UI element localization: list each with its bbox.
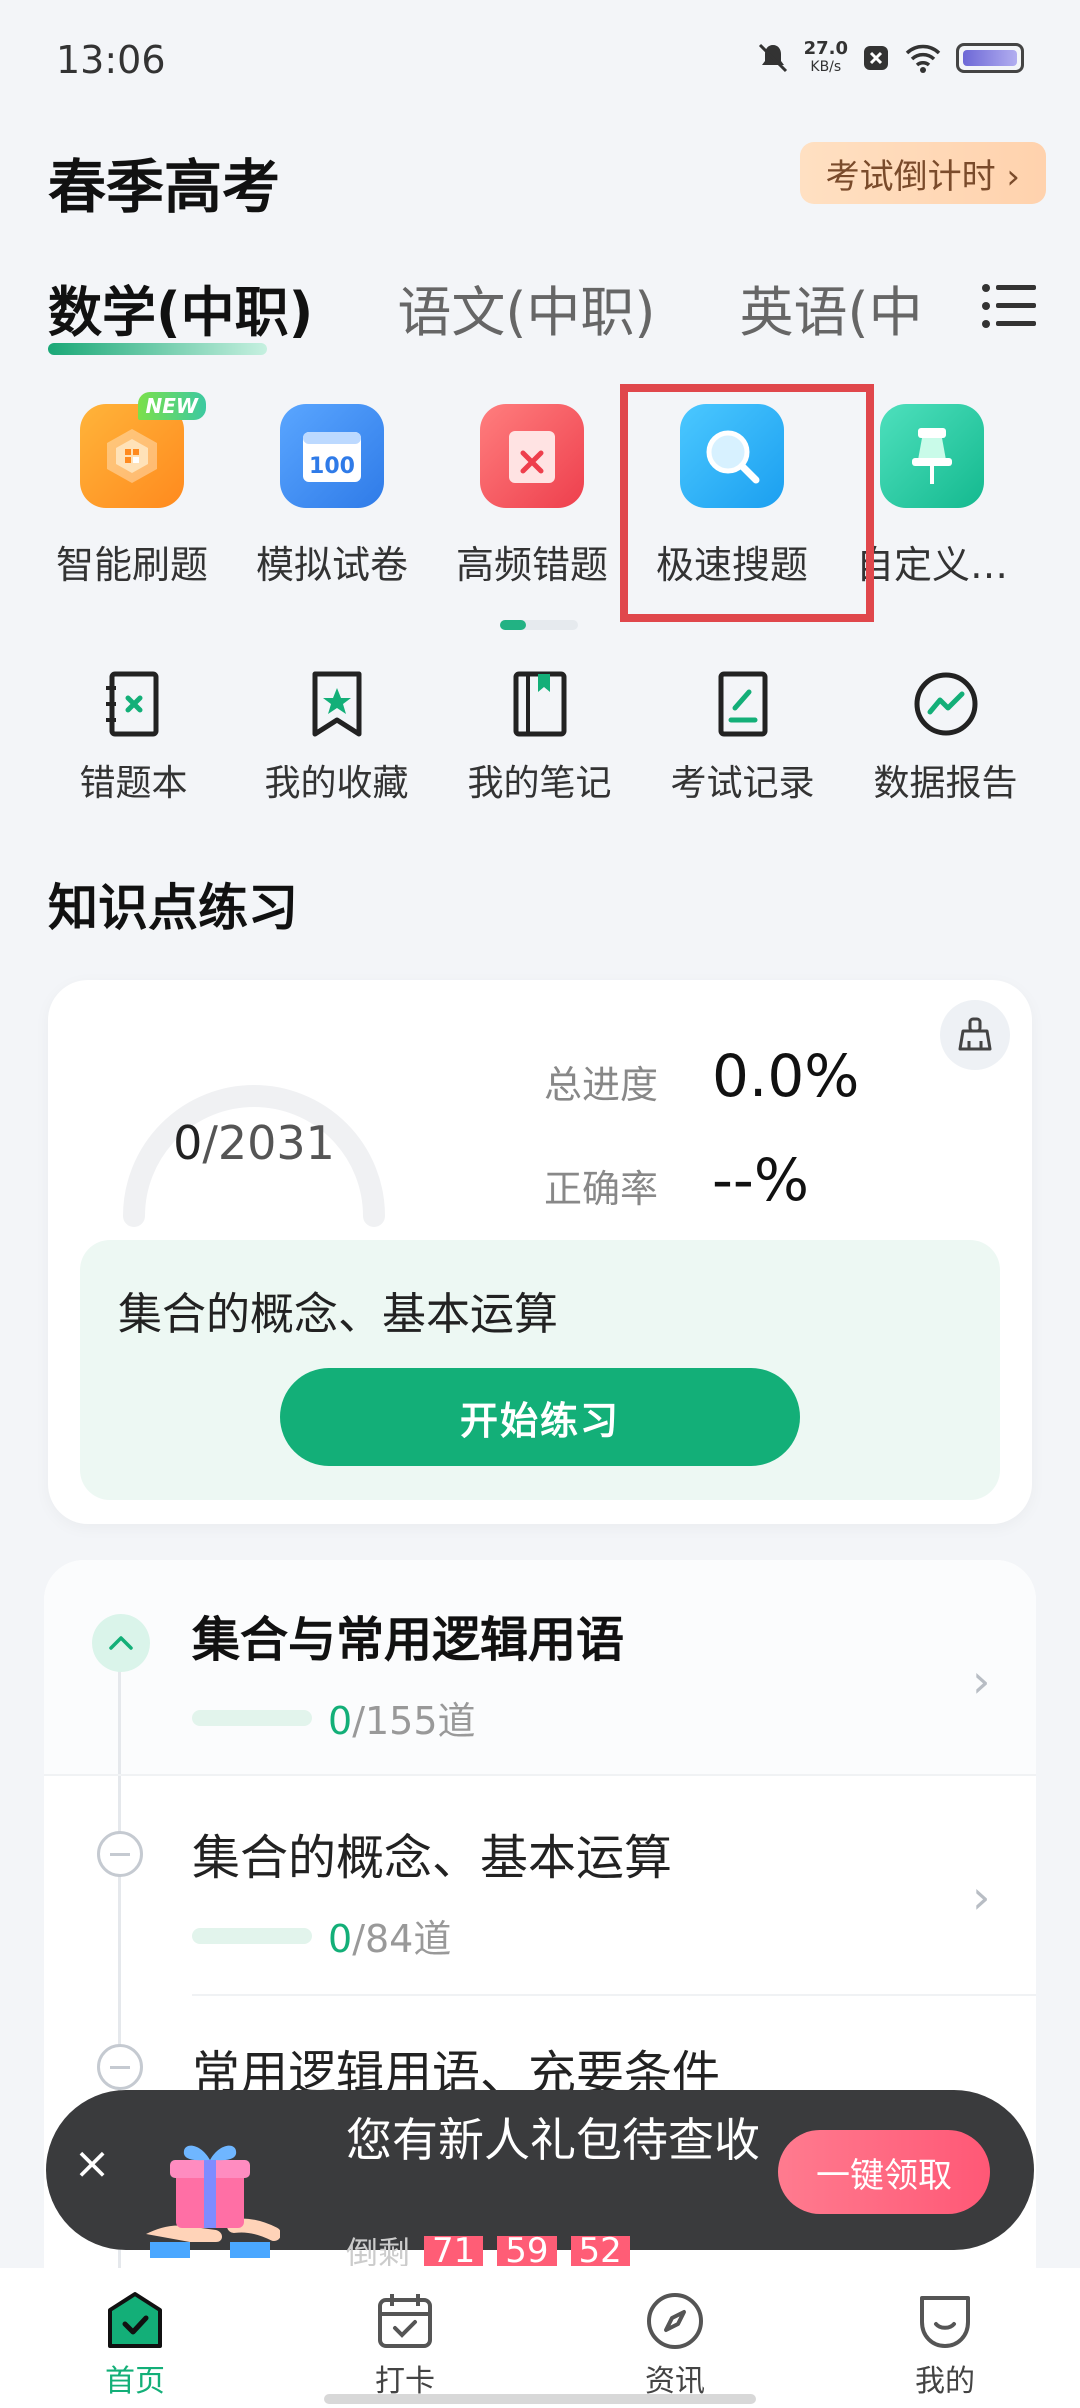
chapter-progress: 0/84道 xyxy=(328,1917,452,1961)
current-topic: 集合的概念、基本运算 xyxy=(118,1289,558,1340)
highlight-box-quick-search xyxy=(620,384,874,622)
custom-pin-icon xyxy=(880,404,984,508)
collapse-icon[interactable] xyxy=(92,1614,150,1672)
compass-icon xyxy=(647,2293,703,2349)
subject-menu-icon[interactable] xyxy=(980,282,1040,330)
feature-label: 高频错题 xyxy=(455,543,608,587)
countdown-minutes: 59 xyxy=(497,2236,557,2266)
countdown-label: 倒剩 xyxy=(346,2236,411,2266)
chevron-right-icon[interactable]: › xyxy=(972,1870,990,1924)
home-icon xyxy=(108,2292,162,2348)
tool-label: 我的笔记 xyxy=(467,763,612,804)
tool-label: 考试记录 xyxy=(670,763,815,804)
feature-smart-practice[interactable]: NEW 智能刷题 xyxy=(32,392,232,604)
smart-practice-icon: NEW xyxy=(80,392,206,508)
exam-record-icon xyxy=(718,671,767,737)
status-icons: 27.0 KB/s xyxy=(756,40,1024,76)
mock-exam-icon: 100 xyxy=(280,404,384,508)
chapter-progress: 0/155道 xyxy=(328,1699,476,1743)
divider xyxy=(192,1994,1036,1996)
feature-label: 自定义… xyxy=(855,543,1008,587)
mock-exam-score: 100 xyxy=(309,454,355,479)
nav-profile[interactable]: 我的 xyxy=(810,2268,1080,2408)
minus-circle-icon[interactable] xyxy=(97,1831,143,1877)
countdown-seconds: 52 xyxy=(570,2236,630,2266)
chapter-progress-bar xyxy=(192,1927,312,1944)
subject-tabs: 数学(中职) 语文(中职) 英语(中职) xyxy=(48,268,920,355)
clean-button[interactable] xyxy=(940,1000,1010,1070)
tool-bookmark[interactable]: 我的收藏 xyxy=(235,668,438,806)
close-icon[interactable]: × xyxy=(72,2142,112,2186)
battery-icon xyxy=(956,43,1024,73)
home-indicator xyxy=(324,2394,756,2404)
data-report-icon xyxy=(914,672,977,736)
new-badge: NEW xyxy=(137,392,206,420)
tool-error-book[interactable]: 错题本 xyxy=(32,668,235,806)
countdown-hours: 71 xyxy=(424,2236,484,2266)
nav-home[interactable]: 首页 xyxy=(0,2268,270,2408)
feature-frequent-errors[interactable]: 高频错题 xyxy=(432,404,632,604)
gift-box-icon xyxy=(146,2145,280,2258)
claim-gift-button[interactable]: 一键领取 xyxy=(778,2130,990,2214)
tool-label: 错题本 xyxy=(79,763,188,804)
nav-label: 首页 xyxy=(105,2364,165,2399)
chapter-title: 集合与常用逻辑用语 xyxy=(192,1612,625,1668)
frequent-errors-icon xyxy=(480,404,584,508)
tool-label: 数据报告 xyxy=(873,763,1018,804)
gift-countdown: 倒剩 71 59 52 xyxy=(346,2236,630,2266)
net-speed: 27.0 KB/s xyxy=(803,38,848,76)
chapter-title: 集合的概念、基本运算 xyxy=(192,1830,673,1886)
progress-value: 0.0% xyxy=(712,1042,860,1110)
tab-english[interactable]: 英语(中职) xyxy=(740,268,920,347)
start-practice-button[interactable]: 开始练习 xyxy=(280,1368,800,1466)
status-time: 13:06 xyxy=(56,38,166,82)
broom-icon xyxy=(958,1017,992,1051)
minus-circle-icon[interactable] xyxy=(97,2044,143,2090)
feature-row: NEW 智能刷题 100 模拟试卷 高频错题 极速搜题 自定义… xyxy=(32,392,1080,604)
profile-icon xyxy=(920,2296,970,2348)
bottom-nav: 首页 打卡 资讯 我的 xyxy=(0,2268,1080,2408)
accuracy-value: --% xyxy=(712,1146,809,1214)
bookmark-icon xyxy=(312,671,361,737)
feature-label: 智能刷题 xyxy=(55,543,208,587)
chapter-progress-bar xyxy=(192,1709,312,1726)
tool-data-report[interactable]: 数据报告 xyxy=(844,668,1047,806)
feature-label: 模拟试卷 xyxy=(255,543,408,587)
exam-countdown-button[interactable]: 考试倒计时 › xyxy=(799,142,1046,204)
nav-checkin[interactable]: 打卡 xyxy=(270,2268,540,2408)
tool-notes[interactable]: 我的笔记 xyxy=(438,668,641,806)
divider xyxy=(44,1774,1036,1776)
chapter-row[interactable]: 集合的概念、基本运算 0/84道 xyxy=(192,1818,672,1963)
tool-row: 错题本 我的收藏 我的笔记 考试记录 数据报告 xyxy=(32,668,1048,806)
calendar-check-icon xyxy=(378,2294,432,2348)
chevron-right-icon[interactable]: › xyxy=(972,1654,990,1708)
accuracy-label: 正确率 xyxy=(544,1167,659,1211)
feature-pager xyxy=(500,620,578,630)
gift-text: 您有新人礼包待查收 xyxy=(346,2113,760,2167)
chapter-row[interactable]: 集合与常用逻辑用语 0/155道 xyxy=(192,1600,624,1745)
wifi-icon xyxy=(905,44,941,73)
section-title: 知识点练习 xyxy=(48,879,298,937)
tab-math[interactable]: 数学(中职) xyxy=(48,268,313,355)
tool-label: 我的收藏 xyxy=(264,763,409,804)
mute-icon xyxy=(758,43,787,73)
error-book-icon xyxy=(105,671,158,737)
progress-label: 总进度 xyxy=(544,1063,659,1107)
notes-icon xyxy=(513,671,566,737)
tab-chinese[interactable]: 语文(中职) xyxy=(397,268,655,347)
page-title: 春季高考 xyxy=(48,153,281,221)
tool-exam-record[interactable]: 考试记录 xyxy=(641,668,844,806)
close-box-icon xyxy=(864,46,888,70)
nav-label: 我的 xyxy=(915,2364,975,2399)
progress-count: 0/2031 xyxy=(173,1116,335,1170)
nav-news[interactable]: 资讯 xyxy=(540,2268,810,2408)
feature-mock-exam[interactable]: 100 模拟试卷 xyxy=(232,404,432,604)
